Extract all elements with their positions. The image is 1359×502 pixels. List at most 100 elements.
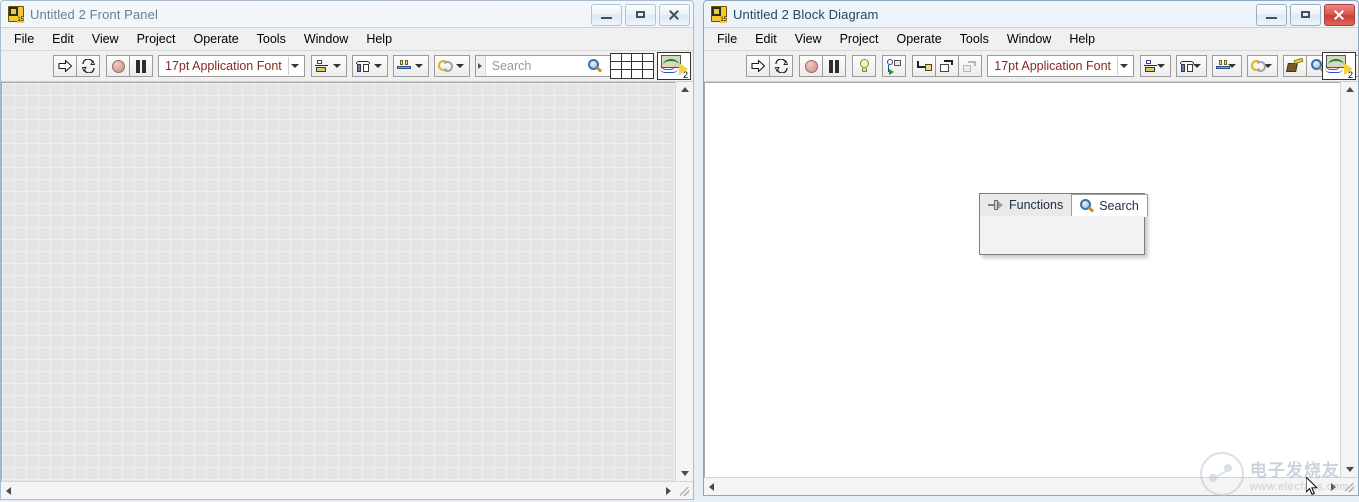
- align-objects-button[interactable]: [310, 55, 347, 77]
- block-diagram-canvas[interactable]: Functions Search: [704, 82, 1340, 477]
- font-selector[interactable]: 17pt Application Font: [158, 55, 305, 77]
- reorder-icon: [1251, 59, 1267, 73]
- scroll-down-arrow[interactable]: [1342, 462, 1357, 477]
- run-continuously-button[interactable]: [76, 55, 100, 77]
- block-diagram-menubar[interactable]: File Edit View Project Operate Tools Win…: [704, 28, 1358, 51]
- functions-palette-tabs[interactable]: Functions Search: [980, 194, 1148, 217]
- maximize-button[interactable]: [1290, 4, 1321, 26]
- retain-wire-values-button[interactable]: [882, 55, 907, 77]
- resize-grip[interactable]: [1341, 479, 1356, 494]
- menu-edit[interactable]: Edit: [746, 30, 786, 48]
- scroll-right-arrow[interactable]: [661, 483, 676, 498]
- abort-execution-button[interactable]: [799, 55, 824, 77]
- block-diagram-toolbar[interactable]: 17pt Application Font 2: [704, 51, 1359, 82]
- menu-view[interactable]: View: [83, 30, 128, 48]
- menu-view[interactable]: View: [786, 30, 831, 48]
- run-button[interactable]: [746, 55, 771, 77]
- font-selector[interactable]: 17pt Application Font: [987, 55, 1134, 77]
- resize-objects-button[interactable]: [1211, 55, 1243, 77]
- align-objects-icon: [314, 59, 331, 73]
- block-diagram-client: File Edit View Project Operate Tools Win…: [704, 27, 1359, 495]
- block-diagram-window[interactable]: 15 Untitled 2 Block Diagram File Edit Vi…: [703, 0, 1359, 496]
- menu-project[interactable]: Project: [128, 30, 185, 48]
- front-panel-horizontal-scrollbar[interactable]: [1, 481, 676, 499]
- front-panel-resize-grip-area[interactable]: [676, 481, 693, 499]
- pause-button[interactable]: [822, 55, 847, 77]
- maximize-button[interactable]: [625, 4, 656, 26]
- block-diagram-icon-group[interactable]: 2: [1319, 52, 1356, 80]
- menu-tools[interactable]: Tools: [951, 30, 998, 48]
- pin-icon[interactable]: [988, 199, 1004, 211]
- tab-functions[interactable]: Functions: [980, 194, 1071, 216]
- menu-file[interactable]: File: [5, 30, 43, 48]
- block-diagram-horizontal-scrollbar[interactable]: [704, 477, 1341, 495]
- clean-up-diagram-button[interactable]: [1283, 55, 1307, 77]
- functions-palette[interactable]: Functions Search: [979, 193, 1148, 255]
- step-into-icon: [916, 60, 932, 73]
- search-input[interactable]: Search: [474, 55, 611, 77]
- pause-button[interactable]: [129, 55, 153, 77]
- pause-icon: [828, 59, 840, 73]
- front-panel-icon-group[interactable]: 2: [610, 52, 691, 80]
- block-diagram-vertical-scrollbar[interactable]: [1340, 82, 1358, 477]
- reorder-button[interactable]: [433, 55, 470, 77]
- front-panel-title: Untitled 2 Front Panel: [30, 6, 158, 22]
- resize-objects-button[interactable]: [392, 55, 429, 77]
- menu-project[interactable]: Project: [831, 30, 888, 48]
- scroll-right-arrow[interactable]: [1326, 479, 1341, 494]
- chevron-down-icon[interactable]: [1120, 64, 1128, 68]
- front-panel-menubar[interactable]: File Edit View Project Operate Tools Win…: [1, 28, 693, 51]
- front-panel-canvas[interactable]: [1, 82, 675, 481]
- align-objects-button[interactable]: [1140, 55, 1171, 77]
- close-button[interactable]: [1324, 4, 1355, 26]
- tab-search[interactable]: Search: [1071, 194, 1148, 217]
- minimize-button[interactable]: [1256, 4, 1287, 26]
- menu-operate[interactable]: Operate: [184, 30, 247, 48]
- front-panel-vertical-scrollbar[interactable]: [675, 82, 693, 481]
- distribute-objects-button[interactable]: [1175, 55, 1207, 77]
- block-diagram-title: Untitled 2 Block Diagram: [733, 6, 879, 22]
- front-panel-window[interactable]: 15 Untitled 2 Front Panel File Edit View…: [0, 0, 694, 500]
- resize-objects-icon: [1215, 59, 1230, 73]
- run-button[interactable]: [53, 55, 77, 77]
- front-panel-toolbar[interactable]: 17pt Application Font Search 2: [1, 51, 693, 82]
- vi-icon[interactable]: 2: [1322, 52, 1356, 80]
- reorder-button[interactable]: [1247, 55, 1278, 77]
- functions-palette-body[interactable]: [980, 216, 1144, 254]
- search-icon[interactable]: [587, 58, 603, 74]
- vi-icon[interactable]: 2: [657, 52, 691, 80]
- menu-operate[interactable]: Operate: [887, 30, 950, 48]
- menu-file[interactable]: File: [708, 30, 746, 48]
- scroll-up-arrow[interactable]: [677, 82, 692, 97]
- run-continuously-button[interactable]: [769, 55, 794, 77]
- front-panel-titlebar[interactable]: 15 Untitled 2 Front Panel: [1, 1, 693, 27]
- menu-tools[interactable]: Tools: [248, 30, 295, 48]
- highlight-execution-button[interactable]: [852, 55, 877, 77]
- menu-window[interactable]: Window: [998, 30, 1060, 48]
- scroll-left-arrow[interactable]: [704, 479, 719, 494]
- pause-icon: [135, 59, 147, 73]
- menu-help[interactable]: Help: [357, 30, 401, 48]
- block-diagram-resize-grip-area[interactable]: [1341, 477, 1358, 495]
- resize-grip[interactable]: [676, 483, 691, 498]
- step-into-button[interactable]: [912, 55, 937, 77]
- abort-execution-button[interactable]: [106, 55, 130, 77]
- front-panel-window-buttons[interactable]: [591, 4, 690, 26]
- connector-pane[interactable]: [610, 53, 654, 79]
- block-diagram-window-buttons[interactable]: [1256, 4, 1355, 26]
- distribute-objects-button[interactable]: [351, 55, 388, 77]
- search-handle-icon[interactable]: [475, 56, 486, 76]
- step-over-button[interactable]: [935, 55, 960, 77]
- menu-window[interactable]: Window: [295, 30, 357, 48]
- scroll-up-arrow[interactable]: [1342, 82, 1357, 97]
- chevron-down-icon[interactable]: [290, 64, 299, 68]
- menu-help[interactable]: Help: [1060, 30, 1104, 48]
- minimize-button[interactable]: [591, 4, 622, 26]
- font-label: 17pt Application Font: [165, 59, 282, 73]
- menu-edit[interactable]: Edit: [43, 30, 83, 48]
- scroll-left-arrow[interactable]: [1, 483, 16, 498]
- close-button[interactable]: [659, 4, 690, 26]
- scroll-down-arrow[interactable]: [677, 466, 692, 481]
- block-diagram-titlebar[interactable]: 15 Untitled 2 Block Diagram: [704, 1, 1358, 27]
- step-out-button[interactable]: [958, 55, 983, 77]
